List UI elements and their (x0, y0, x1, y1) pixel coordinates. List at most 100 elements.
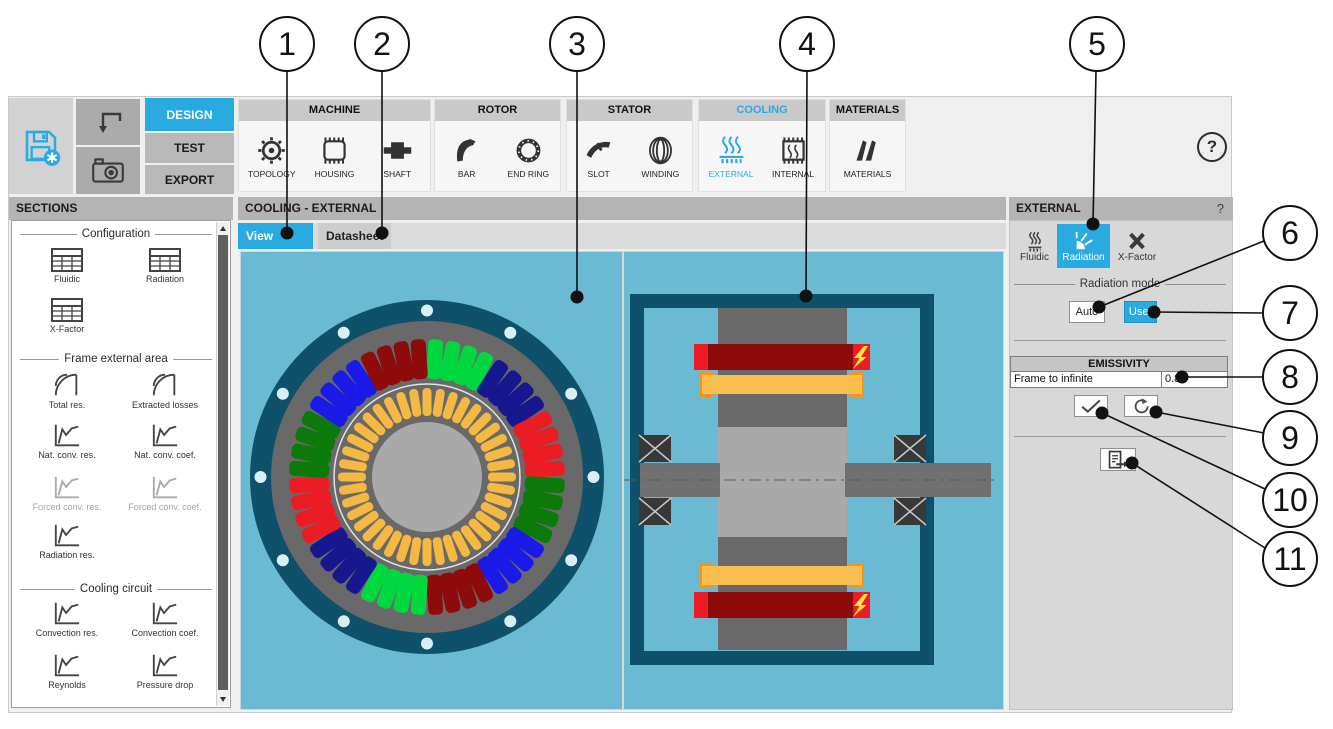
section-item-label: Convection coef. (131, 628, 198, 638)
section-item-forced-conv-coef[interactable]: Forced conv. coef. (116, 473, 214, 512)
section-item-convection-coef[interactable]: Convection coef. (116, 599, 214, 638)
section-item-pressure-drop[interactable]: Pressure drop (116, 651, 214, 690)
section-item-radiation[interactable]: Radiation (116, 247, 214, 284)
apply-button[interactable] (1074, 395, 1108, 417)
callout-circle-7 (1263, 286, 1317, 340)
section-item-reynolds[interactable]: Reynolds (18, 651, 116, 690)
scroll-up-icon[interactable] (220, 226, 226, 231)
callout-circle-1 (260, 17, 314, 71)
tab-view[interactable]: View (238, 223, 313, 249)
callout-circle-8 (1263, 350, 1317, 404)
callout-number: 6 (1281, 215, 1299, 251)
toolbar-group-materials: MATERIALS MATERIALS (829, 99, 906, 192)
group-header-configuration: Configuration (20, 227, 212, 241)
main-tabbar: View Datasheet (238, 223, 1006, 249)
sections-title: SECTIONS (9, 197, 233, 220)
save-button[interactable] (9, 98, 73, 194)
undo-arrow-icon (90, 104, 126, 140)
axial-winding-bottom (694, 592, 870, 618)
section-item-convection-res[interactable]: Convection res. (18, 599, 116, 638)
sections-row: Nat. conv. res. Nat. conv. coef. (18, 421, 214, 460)
group-body-materials: MATERIALS (830, 122, 905, 191)
toolbar-item-bar[interactable]: BAR (437, 134, 497, 179)
axial-rotor-core (718, 427, 847, 537)
export-tab[interactable]: EXPORT (145, 165, 234, 194)
section-item-nat-conv-res[interactable]: Nat. conv. res. (18, 421, 116, 460)
toolbar-item-external[interactable]: EXTERNAL (701, 134, 761, 179)
reset-button[interactable] (1124, 395, 1158, 417)
scroll-down-icon[interactable] (220, 697, 226, 702)
panel-divider (1014, 436, 1226, 437)
section-item-label: Pressure drop (137, 680, 194, 690)
undo-button[interactable] (76, 99, 140, 145)
auto-mode-button[interactable]: Auto (1069, 301, 1105, 323)
section-item-label: Nat. conv. coef. (134, 450, 196, 460)
tab-datasheet[interactable]: Datasheet (318, 223, 391, 249)
emissivity-value-field[interactable]: 0.8 (1162, 372, 1227, 387)
table-icon (50, 297, 84, 323)
callout-circle-10 (1263, 473, 1317, 527)
table-icon (50, 247, 84, 273)
axial-end-winding-top (702, 375, 862, 394)
sections-panel: Configuration Fluidic Ra (11, 220, 231, 708)
toolbar-item-label: HOUSING (315, 169, 355, 179)
tab-label: X-Factor (1118, 252, 1156, 263)
toolbar-item-shaft[interactable]: SHAFT (367, 134, 427, 179)
rotor-bar-icon (450, 134, 483, 167)
test-tab[interactable]: TEST (145, 133, 234, 163)
callout-number: 4 (798, 26, 816, 62)
section-item-label: Radiation res. (39, 550, 95, 560)
tab-radiation[interactable]: Radiation (1057, 224, 1110, 268)
toolbar-item-label: BAR (458, 169, 475, 179)
section-item-forced-conv-res[interactable]: Forced conv. res. (18, 473, 116, 512)
toolbar-item-end-ring[interactable]: END RING (498, 134, 558, 179)
cooling-view-canvas[interactable] (240, 251, 1004, 710)
tab-x-factor[interactable]: X-Factor (1112, 224, 1162, 268)
group-header-label: Frame external area (59, 353, 173, 365)
section-item-fluidic[interactable]: Fluidic (18, 247, 116, 284)
panel-divider (1014, 340, 1226, 341)
toolbar-item-label: MATERIALS (844, 169, 892, 179)
axial-cross-section (624, 301, 999, 658)
user-mode-button[interactable]: User (1124, 301, 1157, 323)
screenshot-button[interactable] (76, 147, 140, 194)
callout-circle-6 (1263, 206, 1317, 260)
fluidic-icon (1024, 230, 1046, 252)
group-header-rotor: ROTOR (435, 100, 560, 121)
callout-number: 1 (278, 26, 296, 62)
toolbar-item-housing[interactable]: HOUSING (305, 134, 365, 179)
section-item-x-factor[interactable]: X-Factor (18, 297, 116, 334)
toolbar-item-label: EXTERNAL (709, 169, 754, 179)
scrollbar-thumb[interactable] (218, 235, 228, 690)
topology-gear-icon (255, 134, 288, 167)
toolbar-item-winding[interactable]: WINDING (630, 134, 690, 179)
line-chart-icon (149, 421, 181, 449)
toolbar-item-topology[interactable]: TOPOLOGY (242, 134, 302, 179)
toolbar-group-machine: MACHINE TOPOLOGY HOUSING (238, 99, 431, 192)
sections-scrollbar[interactable] (216, 222, 229, 706)
section-item-nat-conv-coef[interactable]: Nat. conv. coef. (116, 421, 214, 460)
callout-number: 5 (1088, 26, 1106, 62)
callout-number: 11 (1273, 541, 1306, 577)
app-window: DESIGN TEST EXPORT MACHINE TOPOLOGY (8, 96, 1232, 713)
camera-icon (89, 152, 127, 190)
section-item-total-res[interactable]: Total res. (18, 371, 116, 410)
help-button[interactable]: ? (1197, 132, 1227, 162)
group-header-machine: MACHINE (239, 100, 430, 121)
toolbar-item-internal[interactable]: INTERNAL (763, 134, 823, 179)
end-ring-icon (512, 134, 545, 167)
section-item-radiation-res[interactable]: Radiation res. (18, 521, 116, 560)
tab-fluidic[interactable]: Fluidic (1012, 224, 1057, 268)
axial-winding-top (694, 344, 870, 370)
design-tab[interactable]: DESIGN (145, 98, 234, 131)
toolbar-item-slot[interactable]: SLOT (569, 134, 629, 179)
export-data-button[interactable] (1100, 448, 1136, 471)
toolbar-item-materials[interactable]: MATERIALS (838, 134, 898, 179)
sections-row: Convection res. Convection coef. (18, 599, 214, 638)
section-item-extracted-losses[interactable]: Extracted losses (116, 371, 214, 410)
line-chart-icon (149, 473, 181, 501)
main-panel-title: COOLING - EXTERNAL (238, 197, 1006, 220)
emissivity-row: Frame to infinite 0.8 (1011, 372, 1227, 387)
panel-help-button[interactable]: ? (1217, 197, 1224, 220)
x-factor-icon (1126, 230, 1148, 252)
